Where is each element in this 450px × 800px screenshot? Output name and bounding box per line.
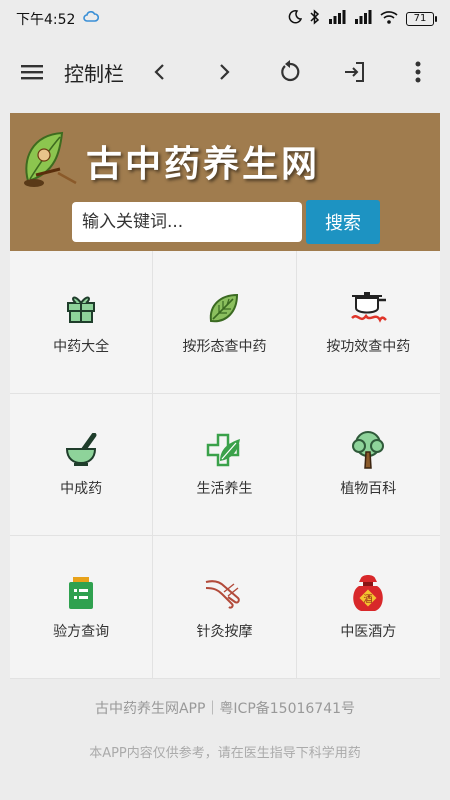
bluetooth-icon [310,9,320,29]
exit-icon [345,62,364,82]
category-label: 植物百科 [340,481,397,498]
footer-disclaimer: 本APP内容仅供参考，请在医生指导下科学用药 [89,746,361,761]
category-item[interactable]: 酒 中医酒方 [296,536,440,679]
category-item[interactable]: 针灸按摩 [153,536,297,679]
massage-hand-icon [204,573,244,613]
toolbar-title: 控制栏 [64,61,124,86]
category-item[interactable]: 生活养生 [153,393,297,537]
health-cross-icon [204,430,244,470]
category-item[interactable]: 按功效查中药 [296,251,440,394]
category-label: 中成药 [60,481,103,498]
wifi-icon [380,10,398,28]
mortar-icon [61,430,101,470]
moon-icon [288,10,303,28]
category-label: 中药大全 [53,338,110,355]
category-item[interactable]: 植物百科 [296,394,440,537]
more-vertical-icon [415,61,421,83]
svg-text:酒: 酒 [364,594,373,605]
header-banner: 古中药养生网 搜索 [10,113,440,251]
hamburger-icon [21,65,43,80]
footer-copyright: 古中药养生网APP｜粤ICP备15016741号 [94,701,356,717]
category-label: 针灸按摩 [196,624,253,641]
category-grid: 中药大全 按形态查中药 按功效查中药 中成药 生活养生 植物百科 验方查询 针灸… [10,251,440,679]
site-name: 古中药养生网 [86,143,321,185]
signal-icon [328,10,346,28]
back-button[interactable] [138,50,182,94]
site-logo-icon [20,129,82,195]
gift-herb-icon [61,288,101,328]
refresh-icon [281,60,300,82]
menu-button[interactable] [10,50,54,94]
more-button[interactable] [396,50,440,94]
cloud-icon [83,11,100,27]
category-label: 生活养生 [196,481,253,498]
category-item[interactable]: 验方查询 [10,536,154,679]
search-input[interactable] [72,202,302,242]
chevron-left-icon [154,64,164,80]
status-time: 下午4:52 [16,12,76,28]
category-item[interactable]: 中成药 [10,393,154,537]
top-toolbar: 控制栏 [0,38,450,106]
category-item[interactable]: 按形态查中药 [153,251,297,394]
signal-icon-2 [354,10,372,28]
leaf-icon [204,288,244,328]
exit-button[interactable] [332,50,376,94]
wine-jar-icon: 酒 [348,573,388,613]
category-item[interactable]: 中药大全 [10,251,154,394]
pot-icon [348,288,388,328]
category-label: 按形态查中药 [182,338,267,355]
search-button[interactable]: 搜索 [306,200,380,244]
chevron-right-icon [220,64,230,80]
forward-button[interactable] [202,50,246,94]
category-label: 验方查询 [53,624,110,641]
category-label: 中医酒方 [340,624,397,641]
tree-icon [348,430,388,470]
battery-icon: 71 [406,12,437,26]
refresh-button[interactable] [268,50,312,94]
prescription-icon [61,573,101,613]
category-label: 按功效查中药 [326,338,411,355]
status-bar: 下午4:52 71 [0,0,450,38]
